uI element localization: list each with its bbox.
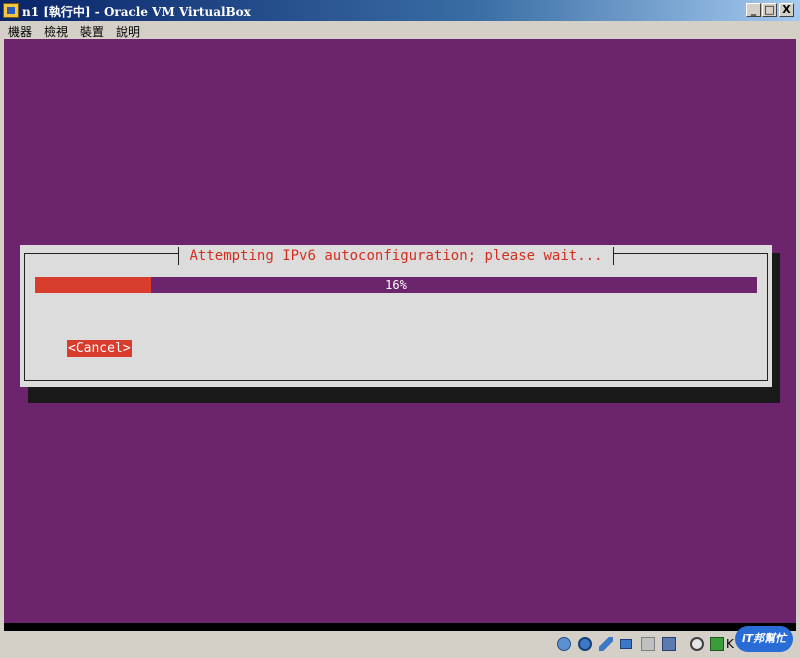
cancel-button[interactable]: <Cancel> <box>67 340 132 357</box>
minimize-button[interactable]: _ <box>746 3 761 17</box>
menu-bar: 機器 檢視 裝置 說明 <box>0 21 800 39</box>
vm-screen-bottom-edge <box>4 623 796 631</box>
virtualbox-icon[interactable] <box>3 3 19 18</box>
menu-help[interactable]: 說明 <box>116 23 140 40</box>
title-bar: n1 [執行中] - Oracle VM VirtualBox _ □ X <box>0 0 800 21</box>
hard-disk-icon[interactable] <box>557 637 571 651</box>
network-icon[interactable] <box>620 639 632 649</box>
menu-machine[interactable]: 機器 <box>8 23 32 40</box>
dialog-frame <box>24 253 768 381</box>
dialog-title: Attempting IPv6 autoconfiguration; pleas… <box>178 247 614 265</box>
host-key-text: K <box>726 637 734 651</box>
pen-icon[interactable] <box>599 637 613 651</box>
dialog-shadow <box>28 387 780 403</box>
display-icon[interactable] <box>662 637 676 651</box>
watermark-logo: iT邦幫忙 <box>735 626 793 652</box>
vm-screen[interactable]: Attempting IPv6 autoconfiguration; pleas… <box>4 39 796 631</box>
menu-devices[interactable]: 裝置 <box>80 23 104 40</box>
optical-drive-icon[interactable] <box>578 637 592 651</box>
capture-icon[interactable] <box>690 637 704 651</box>
arrow-down-icon[interactable] <box>710 637 724 651</box>
maximize-button[interactable]: □ <box>762 3 777 17</box>
progress-bar: 16% <box>35 277 757 293</box>
menu-view[interactable]: 檢視 <box>44 23 68 40</box>
status-bar <box>0 631 800 658</box>
installer-dialog: Attempting IPv6 autoconfiguration; pleas… <box>20 245 772 387</box>
dialog-shadow-right <box>772 253 780 403</box>
close-button[interactable]: X <box>779 3 794 17</box>
shared-folder-icon[interactable] <box>641 637 655 651</box>
progress-label: 16% <box>385 278 407 292</box>
window-title: n1 [執行中] - Oracle VM VirtualBox <box>22 5 251 19</box>
